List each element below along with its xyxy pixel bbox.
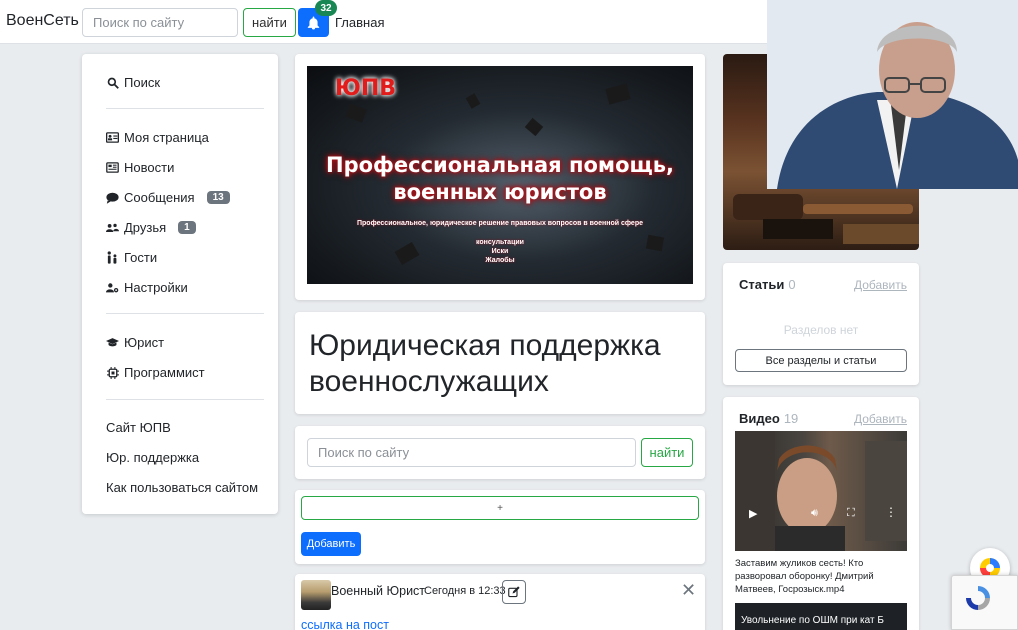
play-icon[interactable]: ▶: [749, 507, 757, 520]
videos-title-text: Видео: [739, 411, 780, 426]
home-link[interactable]: Главная: [335, 15, 384, 30]
brand-logo[interactable]: ВоенСеть: [6, 12, 79, 30]
user-cog-icon: [106, 281, 119, 294]
articles-card: Статьи 0 Добавить Разделов нет Все раздел…: [723, 263, 919, 385]
articles-title: Статьи 0: [739, 277, 796, 292]
volume-icon[interactable]: 🔊︎: [811, 507, 818, 520]
site-search-input[interactable]: [307, 438, 636, 467]
sidebar-divider: [106, 108, 264, 109]
videos-card: Видео 19 Добавить ▶ 🔊︎ ⛶ ⋮ Заставим жулик…: [723, 397, 919, 630]
banner-subtitle: Профессиональное, юридическое решение пр…: [357, 220, 643, 227]
sidebar-item-label: Сообщения: [124, 190, 195, 205]
edit-icon: [508, 586, 520, 598]
comment-icon: [106, 191, 119, 204]
title-card: Юридическая поддержка военнослужащих: [295, 312, 705, 414]
bell-icon: [307, 16, 320, 29]
newspaper-icon: [106, 161, 119, 174]
friends-badge: 1: [178, 221, 196, 234]
sidebar-item-label: Друзья: [124, 220, 167, 235]
add-post-card: + Добавить: [295, 490, 705, 564]
banner-service-item: Иски: [491, 248, 509, 255]
users-icon: [106, 221, 119, 234]
banner-title-line: военных юристов: [393, 180, 607, 204]
debris-shape: [524, 117, 544, 137]
sidebar-item-label: Гости: [124, 250, 158, 265]
articles-count: 0: [788, 277, 796, 292]
sidebar-link-legal-support[interactable]: Юр. поддержка: [106, 450, 199, 465]
post-timestamp: Сегодня в 12:33: [424, 585, 506, 597]
debris-shape: [345, 103, 367, 123]
video-player[interactable]: ▶ 🔊︎ ⛶ ⋮: [735, 431, 907, 551]
banner-service-item: Жалобы: [485, 257, 515, 264]
sidebar-item-programmer[interactable]: Программист: [106, 365, 205, 380]
sidebar-item-messages[interactable]: Сообщения 13: [106, 190, 230, 205]
banner-service-item: консультации: [476, 239, 524, 246]
recaptcha-badge[interactable]: [951, 575, 1018, 630]
top-search-button[interactable]: найти: [243, 8, 296, 37]
sidebar-item-label: Новости: [124, 160, 175, 175]
sidebar-link-upv-site[interactable]: Сайт ЮПВ: [106, 420, 171, 435]
graduation-cap-icon: [106, 336, 119, 349]
webcam-person: [767, 0, 1018, 189]
videos-count: 19: [783, 411, 799, 426]
recaptcha-icon: [966, 586, 990, 610]
add-post-field[interactable]: +: [301, 496, 699, 520]
messages-badge: 13: [206, 191, 230, 204]
articles-empty-text: Разделов нет: [783, 323, 859, 337]
banner-service-list: консультации Иски Жалобы: [307, 238, 693, 265]
sidebar: Поиск Моя страница Новости Сообщения 13 …: [82, 54, 278, 514]
articles-title-text: Статьи: [739, 277, 785, 292]
site-search-button[interactable]: найти: [641, 438, 693, 467]
top-search-input[interactable]: [82, 8, 238, 37]
post-link[interactable]: ссылка на пост: [301, 618, 389, 630]
more-options-icon[interactable]: ⋮: [885, 505, 897, 519]
sidebar-item-label: Программист: [124, 365, 205, 380]
all-sections-button[interactable]: Все разделы и статьи: [735, 349, 907, 372]
sidebar-item-label: Моя страница: [124, 130, 209, 145]
sidebar-item-friends[interactable]: Друзья 1: [106, 220, 196, 235]
post-author[interactable]: Военный Юрист: [331, 584, 425, 598]
search-card: найти: [295, 426, 705, 479]
post-card: Военный Юрист Сегодня в 12:33 ✕ ссылка н…: [295, 574, 705, 630]
id-card-icon: [106, 131, 119, 144]
guests-icon: [106, 251, 119, 264]
video-frame: [735, 431, 907, 551]
microchip-icon: [106, 366, 119, 379]
sidebar-divider: [106, 313, 264, 314]
banner-image[interactable]: ЮПВ Профессиональная помощь, военных юри…: [307, 66, 693, 284]
sidebar-item-label: Поиск: [124, 75, 161, 90]
debris-shape: [465, 93, 481, 109]
sidebar-item-settings[interactable]: Настройки: [106, 280, 188, 295]
sidebar-divider: [106, 399, 264, 400]
sidebar-item-label: Юрист: [124, 335, 165, 350]
fullscreen-icon[interactable]: ⛶: [847, 507, 855, 520]
add-video-link[interactable]: Добавить: [854, 412, 907, 426]
banner-tag: ЮПВ: [335, 76, 397, 101]
banner-card: ЮПВ Профессиональная помощь, военных юри…: [295, 54, 705, 300]
sidebar-item-lawyer[interactable]: Юрист: [106, 335, 164, 350]
sidebar-item-news[interactable]: Новости: [106, 160, 174, 175]
close-icon[interactable]: ✕: [681, 580, 696, 601]
avatar[interactable]: [301, 580, 331, 610]
video-preview-text: Увольнение по ОШМ при кат Б: [741, 615, 884, 626]
page-title: Юридическая поддержка военнослужащих: [309, 329, 661, 398]
sidebar-item-guests[interactable]: Гости: [106, 250, 157, 265]
sidebar-item-label: Настройки: [124, 280, 188, 295]
edit-post-button[interactable]: [502, 580, 526, 604]
add-article-link[interactable]: Добавить: [854, 278, 907, 292]
videos-title: Видео 19: [739, 411, 798, 426]
sidebar-item-search[interactable]: Поиск: [106, 75, 160, 90]
notifications-badge: 32: [315, 0, 337, 16]
search-icon: [106, 76, 119, 89]
banner-title: Профессиональная помощь, военных юристов: [307, 152, 693, 206]
sidebar-item-my-page[interactable]: Моя страница: [106, 130, 209, 145]
video-caption[interactable]: Заставим жуликов сесть! Кто разворовал о…: [735, 557, 911, 596]
webcam-overlay: [767, 0, 1018, 189]
banner-title-line: Профессиональная помощь,: [326, 153, 674, 177]
video-preview-next[interactable]: Увольнение по ОШМ при кат Б: [735, 603, 907, 630]
debris-shape: [605, 83, 631, 105]
add-post-button[interactable]: Добавить: [301, 532, 361, 556]
sidebar-link-how-to-use[interactable]: Как пользоваться сайтом: [106, 480, 258, 495]
